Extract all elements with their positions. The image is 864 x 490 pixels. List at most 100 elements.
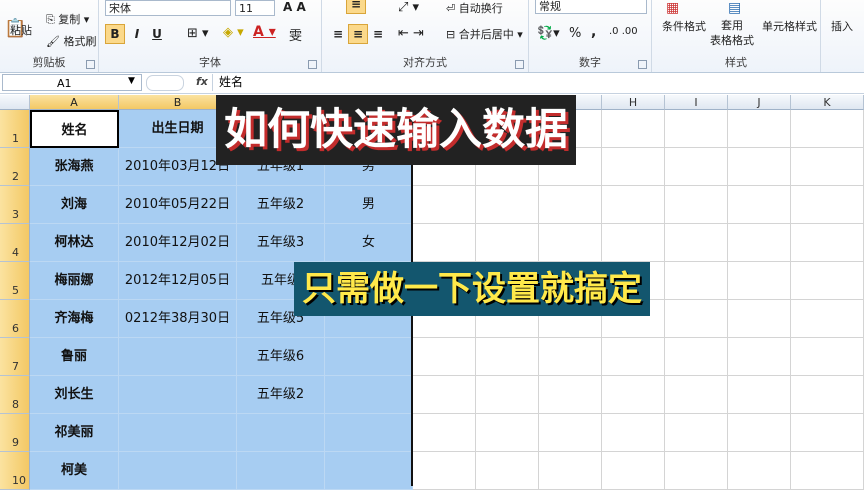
empty-cell[interactable] — [791, 110, 864, 148]
name-cell[interactable]: 祁美丽 — [30, 414, 119, 452]
border-icon[interactable]: ⊞ ▾ — [187, 26, 209, 41]
row-header-2[interactable]: 2 — [0, 148, 30, 186]
orientation-icon[interactable]: ⤢ ▾ — [398, 0, 419, 15]
class-cell[interactable] — [237, 414, 325, 452]
name-cell[interactable]: 柯林达 — [30, 224, 119, 262]
name-cell[interactable]: 姓名 — [30, 110, 119, 148]
name-cell[interactable]: 鲁丽 — [30, 338, 119, 376]
class-cell[interactable]: 五年级2 — [237, 376, 325, 414]
clipboard-launcher[interactable] — [86, 60, 95, 69]
number-launcher[interactable] — [638, 60, 647, 69]
col-header-h[interactable]: H — [602, 95, 665, 110]
empty-cell[interactable] — [539, 376, 602, 414]
birthdate-cell[interactable] — [119, 452, 237, 490]
row-header-6[interactable]: 6 — [0, 300, 30, 338]
merge-center-button[interactable]: ⊟ 合并后居中 ▾ — [446, 26, 523, 42]
empty-cell[interactable] — [413, 224, 476, 262]
name-cell[interactable]: 梅丽娜 — [30, 262, 119, 300]
birthdate-cell[interactable]: 2010年05月22日 — [119, 186, 237, 224]
empty-cell[interactable] — [665, 148, 728, 186]
name-cell[interactable]: 刘海 — [30, 186, 119, 224]
row-header-3[interactable]: 3 — [0, 186, 30, 224]
empty-cell[interactable] — [602, 110, 665, 148]
empty-cell[interactable] — [791, 224, 864, 262]
empty-cell[interactable] — [728, 148, 791, 186]
currency-icon[interactable]: 💱▾ — [537, 26, 560, 41]
align-middle-button[interactable]: ≡ — [346, 0, 366, 14]
empty-cell[interactable] — [728, 262, 791, 300]
empty-cell[interactable] — [602, 224, 665, 262]
insert-function-icon[interactable]: fx — [196, 75, 208, 88]
empty-cell[interactable] — [602, 186, 665, 224]
empty-cell[interactable] — [602, 452, 665, 490]
empty-cell[interactable] — [665, 338, 728, 376]
gender-cell[interactable] — [325, 338, 413, 376]
empty-cell[interactable] — [791, 300, 864, 338]
empty-cell[interactable] — [728, 338, 791, 376]
empty-cell[interactable] — [539, 414, 602, 452]
empty-cell[interactable] — [728, 186, 791, 224]
align-center-button[interactable]: ≡ — [348, 24, 368, 44]
gender-cell[interactable] — [325, 452, 413, 490]
class-cell[interactable] — [237, 452, 325, 490]
number-format-select[interactable]: 常规 — [535, 0, 647, 14]
birthdate-cell[interactable]: 2012年12月05日 — [119, 262, 237, 300]
birthdate-cell[interactable] — [119, 414, 237, 452]
gender-cell[interactable]: 男 — [325, 186, 413, 224]
table-format-button[interactable]: 套用 表格格式 — [710, 18, 754, 48]
comma-button[interactable]: , — [591, 24, 596, 40]
special-char-button[interactable]: 雯 — [289, 25, 302, 44]
empty-cell[interactable] — [602, 338, 665, 376]
row-header-10[interactable]: 10 — [0, 452, 30, 490]
birthdate-cell[interactable] — [119, 338, 237, 376]
col-header-a[interactable]: A — [30, 95, 119, 110]
name-cell[interactable]: 刘长生 — [30, 376, 119, 414]
birthdate-cell[interactable]: 0212年38月30日 — [119, 300, 237, 338]
name-cell[interactable]: 柯美 — [30, 452, 119, 490]
row-header-4[interactable]: 4 — [0, 224, 30, 262]
align-right-button[interactable]: ≡ — [368, 24, 388, 44]
empty-cell[interactable] — [665, 186, 728, 224]
empty-cell[interactable] — [413, 452, 476, 490]
birthdate-cell[interactable] — [119, 376, 237, 414]
conditional-format-button[interactable]: 条件格式 — [662, 18, 706, 34]
align-left-button[interactable]: ≡ — [328, 24, 348, 44]
empty-cell[interactable] — [791, 338, 864, 376]
empty-cell[interactable] — [665, 110, 728, 148]
empty-cell[interactable] — [665, 224, 728, 262]
empty-cell[interactable] — [665, 300, 728, 338]
empty-cell[interactable] — [476, 452, 539, 490]
empty-cell[interactable] — [665, 262, 728, 300]
indent-icon[interactable]: ⇤ ⇥ — [398, 26, 424, 41]
alignment-launcher[interactable] — [515, 60, 524, 69]
font-size-select[interactable]: 11 — [235, 0, 275, 16]
gender-cell[interactable]: 女 — [325, 224, 413, 262]
format-painter-button[interactable]: 🖌 格式刷 — [46, 33, 96, 49]
row-header-7[interactable]: 7 — [0, 338, 30, 376]
empty-cell[interactable] — [791, 262, 864, 300]
empty-cell[interactable] — [413, 414, 476, 452]
formula-bar-handle[interactable] — [146, 75, 184, 91]
font-launcher[interactable] — [308, 60, 317, 69]
insert-button[interactable]: 插入 — [831, 18, 853, 34]
empty-cell[interactable] — [728, 110, 791, 148]
decimal-icon[interactable]: .0 .00 — [609, 26, 638, 37]
formula-input[interactable]: 姓名 — [212, 74, 862, 91]
class-cell[interactable]: 五年级3 — [237, 224, 325, 262]
underline-button[interactable]: U — [147, 24, 167, 44]
empty-cell[interactable] — [476, 338, 539, 376]
empty-cell[interactable] — [539, 452, 602, 490]
empty-cell[interactable] — [728, 414, 791, 452]
font-color-icon[interactable]: A ▾ — [253, 24, 276, 40]
select-all-corner[interactable] — [0, 95, 30, 110]
col-header-i[interactable]: I — [665, 95, 728, 110]
name-box[interactable]: A1 — [2, 74, 142, 91]
empty-cell[interactable] — [413, 376, 476, 414]
gender-cell[interactable] — [325, 414, 413, 452]
empty-cell[interactable] — [791, 186, 864, 224]
empty-cell[interactable] — [665, 452, 728, 490]
empty-cell[interactable] — [602, 148, 665, 186]
row-header-5[interactable]: 5 — [0, 262, 30, 300]
font-name-select[interactable]: 宋体 — [105, 0, 231, 16]
empty-cell[interactable] — [791, 414, 864, 452]
